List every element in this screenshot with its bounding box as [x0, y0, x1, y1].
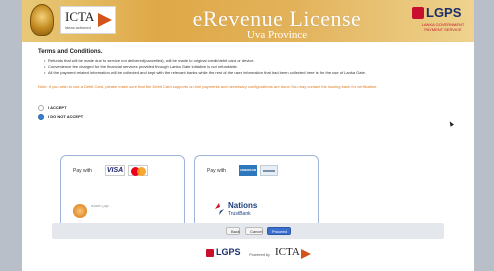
payment-option-sampath[interactable]: Pay with VISA සම්පත් බැංකුව — [60, 155, 185, 229]
amex-card-icon: AMERICAN EXPRESS — [239, 165, 257, 183]
mastercard-icon — [128, 165, 148, 176]
icta-logo-text: ICTA — [65, 9, 95, 24]
icta-flag-icon — [98, 13, 112, 27]
cancel-button[interactable]: Cancel — [245, 227, 263, 235]
header-banner: ICTA ideas actioned eRevenue License Uva… — [22, 0, 474, 42]
proceed-button[interactable]: Proceed — [267, 227, 291, 235]
debit-card-note: Note: If you wish to use a Debit Card, p… — [38, 84, 378, 89]
government-emblem-icon — [30, 4, 54, 36]
accept-label[interactable]: I ACCEPT — [48, 105, 67, 110]
footer-lgps-mark-icon — [206, 249, 214, 257]
lgps-logo-text: LGPS — [426, 5, 462, 20]
nations-bank-name: Nations — [228, 201, 258, 210]
icta-logo: ICTA ideas actioned — [60, 6, 116, 34]
pay-with-label: Pay with — [73, 168, 92, 174]
terms-list: Refunds that will be made due to service… — [44, 58, 464, 76]
nations-bank-subname: TrustBank — [228, 211, 251, 217]
action-bar: Back Cancel Proceed — [52, 223, 444, 239]
generic-card-icon — [260, 165, 278, 176]
payment-option-nations[interactable]: Pay with AMERICAN EXPRESS Nations TrustB… — [194, 155, 319, 229]
decline-label[interactable]: I DO NOT ACCEPT — [48, 114, 83, 119]
sampath-bank-name: සම්පත් බැංකුව — [91, 204, 109, 208]
lgps-logo: LGPS LANKA GOVERNMENT PAYMENT SERVICE — [412, 5, 474, 35]
powered-by-label: Powered by — [249, 252, 271, 257]
lgps-tagline: LANKA GOVERNMENT PAYMENT SERVICE — [421, 22, 465, 32]
page-subtitle: Uva Province — [246, 29, 308, 41]
page: ICTA ideas actioned eRevenue License Uva… — [22, 0, 474, 271]
footer-icta-logo: ICTA — [275, 246, 300, 258]
visa-card-icon: VISA — [105, 165, 125, 176]
nations-trust-logo-icon — [215, 203, 224, 215]
footer-icta-flag-icon — [301, 249, 311, 259]
sampath-bank-logo-icon — [73, 204, 87, 218]
terms-item: All the payment related information will… — [44, 70, 464, 76]
lgps-mark-icon — [412, 7, 424, 19]
decline-radio[interactable] — [38, 114, 44, 120]
pay-with-label: Pay with — [207, 168, 226, 174]
footer-lgps-text: LGPS — [216, 247, 241, 257]
icta-tagline: ideas actioned — [65, 25, 91, 30]
terms-heading: Terms and Conditions. — [38, 49, 103, 55]
back-button[interactable]: Back — [226, 227, 240, 235]
accept-radio[interactable] — [38, 105, 44, 111]
